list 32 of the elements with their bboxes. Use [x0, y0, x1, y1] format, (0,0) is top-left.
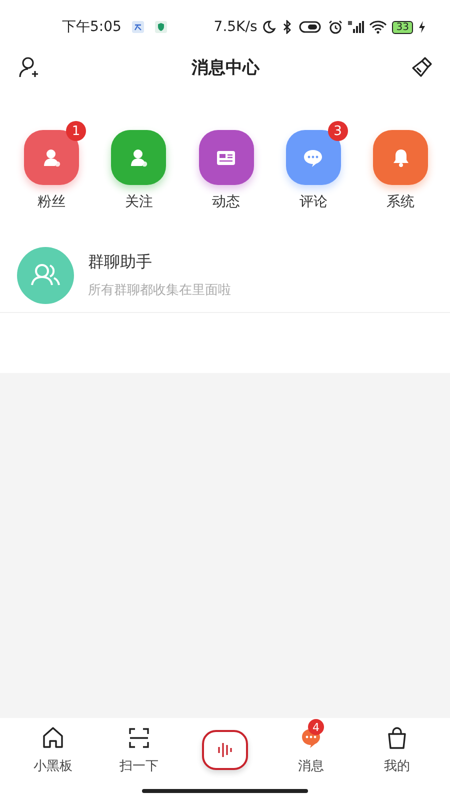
- count-badge: 3: [328, 121, 348, 141]
- count-badge: 4: [308, 719, 324, 735]
- toggle-icon: [299, 20, 324, 34]
- group-subtitle: 所有群聊都收集在里面啦: [88, 282, 231, 299]
- nav-tab[interactable]: 小黑板: [32, 723, 74, 777]
- category-item[interactable]: 系统: [365, 120, 436, 211]
- charging-icon: [418, 21, 426, 33]
- record-button[interactable]: [202, 730, 248, 770]
- category-item[interactable]: 3 评论: [278, 120, 349, 211]
- broom-icon[interactable]: [411, 56, 433, 78]
- group-avatar-icon: [17, 247, 74, 304]
- sound-wave-icon: [215, 740, 235, 760]
- status-time: 下午5:05: [62, 18, 122, 36]
- group-chat-row[interactable]: 群聊助手 所有群聊都收集在里面啦: [0, 239, 450, 313]
- scan-icon: [126, 725, 152, 751]
- category-item[interactable]: 动态: [190, 120, 262, 211]
- wifi-icon: [369, 20, 388, 34]
- network-speed: 7.5K/s: [214, 19, 258, 35]
- shield-icon: [155, 21, 168, 33]
- nav-tab[interactable]: 扫一下: [118, 723, 160, 777]
- category-item[interactable]: 关注: [103, 120, 174, 211]
- moon-icon: [262, 20, 276, 34]
- signal-icon: [348, 20, 364, 34]
- alarm-icon: [328, 20, 344, 34]
- add-user-icon[interactable]: [18, 56, 40, 78]
- page-title: 消息中心: [192, 56, 260, 78]
- group-title: 群聊助手: [88, 252, 153, 273]
- home-icon: [40, 725, 66, 751]
- count-badge: 1: [66, 121, 86, 141]
- category-item[interactable]: 1 粉丝: [16, 120, 87, 211]
- battery-indicator: 33: [392, 20, 413, 34]
- nav-tab[interactable]: 我的: [382, 723, 412, 777]
